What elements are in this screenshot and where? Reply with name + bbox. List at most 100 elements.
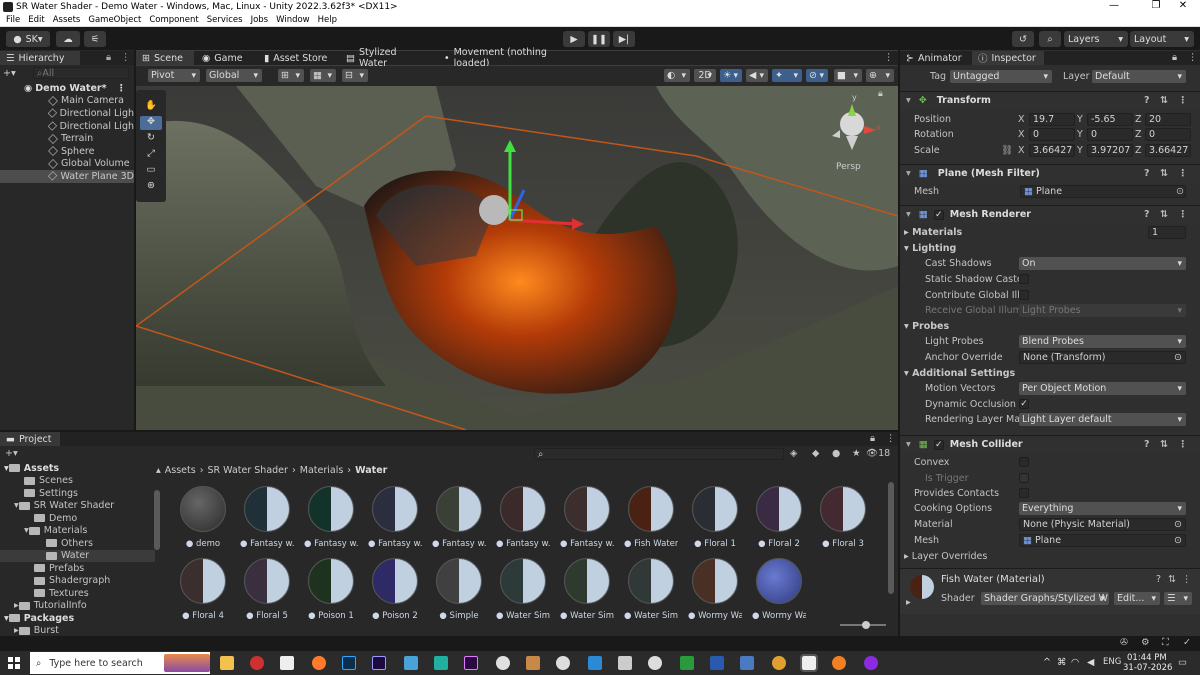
scene-root[interactable]: ◉ Demo Water* ⋮ (0, 82, 134, 95)
minimize-button[interactable]: — (1097, 0, 1131, 11)
effects-icon[interactable]: ✦ (772, 69, 802, 82)
more-icon[interactable]: ⋮ (884, 52, 894, 63)
mesh-field[interactable]: ▦ Plane (1020, 185, 1186, 198)
axis-x-label[interactable]: X (1018, 145, 1025, 156)
app-icon[interactable] (618, 656, 632, 670)
menu-window[interactable]: Window (276, 15, 310, 25)
contribute-gi-checkbox[interactable] (1019, 290, 1029, 300)
breadcrumb-item[interactable]: Water (355, 465, 387, 476)
tree-item[interactable]: ▾ SR Water Shader (0, 500, 155, 513)
preset-icon[interactable]: ⇅ (1168, 574, 1176, 585)
mesh-collider-header[interactable]: ▾ ▦ ✓ Mesh Collider ? ⇅ ⋮ (900, 435, 1200, 453)
tab-movement[interactable]: • Movement (nothing loaded) (438, 47, 588, 69)
increment-snap-icon[interactable]: ⊟ (342, 69, 368, 82)
asset-item[interactable]: ● Fantasy w... (240, 486, 294, 549)
asset-item[interactable]: ● Floral 5 (240, 558, 294, 620)
help-icon[interactable]: ? (1144, 168, 1150, 179)
blender-icon[interactable] (832, 656, 846, 670)
lighting-foldout[interactable]: ▾ Lighting (904, 243, 956, 254)
tree-item[interactable]: Textures (0, 587, 155, 600)
breadcrumb-item[interactable]: SR Water Shader (208, 465, 288, 476)
app-icon[interactable] (250, 656, 264, 670)
asset-item[interactable]: ● Wormy Wa... (688, 558, 742, 620)
tree-item[interactable]: Others (0, 537, 155, 550)
file-explorer-icon[interactable] (220, 656, 234, 670)
lock-icon[interactable]: 🔒︎ (1172, 52, 1177, 63)
help-icon[interactable]: ? (1144, 209, 1150, 220)
app-icon[interactable] (556, 656, 570, 670)
audio-icon[interactable]: ◀ (746, 69, 768, 82)
convex-checkbox[interactable] (1019, 457, 1029, 467)
rotation-y-input[interactable]: 0 (1087, 128, 1133, 141)
static-shadow-checkbox[interactable] (1019, 274, 1029, 284)
asset-item[interactable]: ● Poison 1 (304, 558, 358, 620)
asset-item[interactable]: ● Water Simp... (560, 558, 614, 620)
asset-item[interactable]: ● demo (176, 486, 230, 549)
word-icon[interactable] (710, 656, 724, 670)
layers-dropdown[interactable]: Layers ▾ (1064, 31, 1128, 47)
clock-time[interactable]: 01:44 PM (1127, 653, 1167, 663)
list-item[interactable]: Directional Ligh (0, 107, 134, 120)
axis-x-label[interactable]: X (1018, 129, 1025, 140)
axis-x-label[interactable]: X (1018, 114, 1025, 125)
rotate-tool-icon[interactable]: ↻ (140, 132, 162, 146)
notification-icon[interactable]: ▭ (1178, 657, 1187, 668)
debug-icon[interactable]: ✇ (1120, 637, 1128, 648)
axis-y-label[interactable]: Y (1077, 145, 1083, 156)
global-dropdown[interactable]: Global (206, 69, 262, 82)
search-icon[interactable]: ⌕ (1039, 31, 1061, 47)
hand-tool-icon[interactable]: ✋ (140, 100, 162, 114)
list-item-selected[interactable]: Water Plane 3D (0, 170, 134, 183)
more-icon[interactable]: ⋮ (1178, 439, 1188, 450)
collider-material-field[interactable]: None (Physic Material) ⊙ (1019, 518, 1186, 531)
scene-viewport[interactable]: y x 🔒︎ Persp (136, 86, 898, 430)
additional-settings-foldout[interactable]: ▾ Additional Settings (904, 368, 1015, 379)
object-picker-icon[interactable]: ⊙ (1174, 352, 1182, 363)
visibility-icon[interactable]: ⊘ (806, 69, 828, 82)
app-icon[interactable] (404, 656, 418, 670)
tree-item[interactable]: Settings (0, 487, 155, 500)
play-button[interactable]: ▶ (563, 31, 585, 47)
sphere-object[interactable] (479, 195, 509, 225)
more-icon[interactable]: ⋮ (1182, 574, 1192, 585)
step-button[interactable]: ▶| (613, 31, 635, 47)
mesh-filter-header[interactable]: ▾ ▦ Plane (Mesh Filter) ? ⇅ ⋮ (900, 164, 1200, 182)
asset-item[interactable]: ● Fantasy w... (496, 486, 550, 549)
draw-mode-icon[interactable]: ◐ (664, 69, 690, 82)
tab-asset-store[interactable]: ▮ Asset Store (258, 51, 338, 65)
app-icon[interactable] (434, 656, 448, 670)
app-icon[interactable] (280, 656, 294, 670)
cast-shadows-dropdown[interactable]: On (1019, 257, 1186, 270)
materials-count-input[interactable]: 1 (1148, 226, 1186, 239)
asset-item[interactable]: ● Floral 3 (816, 486, 870, 549)
help-icon[interactable]: ? (1144, 95, 1150, 106)
help-icon[interactable]: ? (1144, 439, 1150, 450)
check-icon[interactable]: ✓ (1183, 637, 1191, 648)
axis-z-label[interactable]: Z (1135, 114, 1142, 125)
foldout-icon[interactable]: ▾ (906, 439, 911, 450)
rotation-x-input[interactable]: 0 (1029, 128, 1075, 141)
list-item[interactable]: Global Volume (0, 158, 134, 171)
pivot-dropdown[interactable]: Pivot (148, 69, 200, 82)
probes-foldout[interactable]: ▾ Probes (904, 321, 949, 332)
foldout-icon[interactable]: ▾ (906, 168, 911, 179)
rect-tool-icon[interactable]: ▭ (140, 164, 162, 178)
axis-z-label[interactable]: Z (1135, 145, 1142, 156)
add-icon[interactable]: +▾ (5, 448, 18, 459)
chevron-up-icon[interactable]: ^ (1043, 657, 1051, 668)
cooking-options-dropdown[interactable]: Everything (1019, 502, 1186, 515)
tab-hierarchy[interactable]: ☰ Hierarchy (0, 51, 80, 65)
tag-dropdown[interactable]: Untagged (950, 70, 1052, 83)
asset-item[interactable]: ● Fantasy w... (432, 486, 486, 549)
anchor-override-field[interactable]: None (Transform) ⊙ (1019, 351, 1186, 364)
axis-y-label[interactable]: Y (1077, 114, 1083, 125)
tab-animator[interactable]: ⊱ Animator (900, 51, 970, 65)
filter-label-icon[interactable]: ◆ (812, 448, 819, 459)
preset-icon[interactable]: ⇅ (1160, 95, 1168, 106)
menu-file[interactable]: File (6, 15, 20, 25)
unity-icon[interactable] (800, 654, 818, 672)
menu-edit[interactable]: Edit (28, 15, 44, 25)
asset-item[interactable]: ● Poison 2 (368, 558, 422, 620)
preset-icon[interactable]: ⇅ (1160, 168, 1168, 179)
pause-button[interactable]: ❚❚ (588, 31, 610, 47)
